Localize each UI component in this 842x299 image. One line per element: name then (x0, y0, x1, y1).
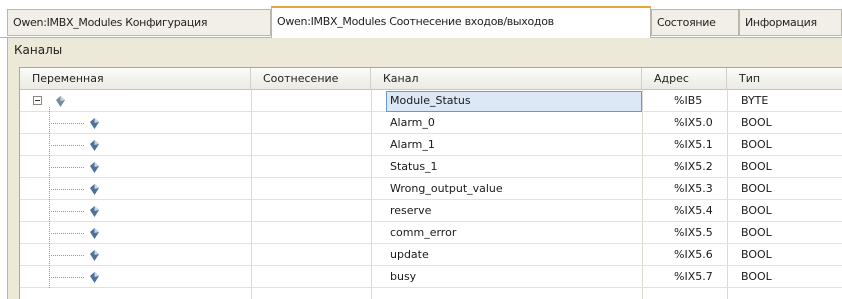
variable-icon (90, 228, 99, 239)
row-channel: reserve (390, 204, 432, 217)
row-address: %IX5.4 (674, 204, 713, 217)
variable-icon (90, 140, 99, 151)
table-row[interactable]: Alarm_0 %IX5.0 BOOL (20, 112, 842, 134)
row-address: %IX5.7 (674, 270, 713, 283)
table-row[interactable]: comm_error %IX5.5 BOOL (20, 222, 842, 244)
variable-icon (90, 250, 99, 261)
row-type: BOOL (741, 116, 772, 129)
module-variable-icon (56, 96, 65, 107)
column-header-variable[interactable]: Переменная (20, 68, 251, 90)
tab-strip: Owen:IMBX_Modules Конфигурация Owen:IMBX… (0, 0, 842, 38)
row-type: BOOL (741, 138, 772, 151)
row-channel: update (390, 248, 429, 261)
column-header-address[interactable]: Адрес (642, 68, 727, 90)
channels-panel: Каналы Переменная Соотнесение Канал Адре… (7, 38, 842, 299)
row-address: %IX5.3 (674, 182, 713, 195)
row-channel: Status_1 (390, 160, 438, 173)
row-address: %IX5.0 (674, 116, 713, 129)
table-row[interactable]: Alarm_1 %IX5.1 BOOL (20, 134, 842, 156)
collapse-toggle-icon[interactable] (33, 96, 42, 105)
row-channel: comm_error (390, 226, 457, 239)
tree-connector (49, 167, 84, 168)
variable-icon (90, 184, 99, 195)
table-row[interactable]: update %IX5.6 BOOL (20, 244, 842, 266)
column-header-mapping[interactable]: Соотнесение (251, 68, 371, 90)
table-row[interactable]: reserve %IX5.4 BOOL (20, 200, 842, 222)
tree-connector (49, 233, 84, 234)
row-address: %IB5 (674, 94, 703, 107)
tree-connector (49, 211, 84, 212)
table-row[interactable]: Status_1 %IX5.2 BOOL (20, 156, 842, 178)
row-type: BOOL (741, 270, 772, 283)
variable-icon (90, 118, 99, 129)
row-type: BOOL (741, 182, 772, 195)
table-header: Переменная Соотнесение Канал Адрес Тип (20, 68, 842, 90)
row-address: %IX5.6 (674, 248, 713, 261)
tree-connector (49, 145, 84, 146)
row-channel: Module_Status (390, 94, 471, 107)
row-channel: Alarm_1 (390, 138, 435, 151)
row-channel: Wrong_output_value (390, 182, 503, 195)
tab-io-mapping[interactable]: Owen:IMBX_Modules Соотнесение входов/вых… (271, 6, 651, 38)
table-row[interactable]: busy %IX5.7 BOOL (20, 266, 842, 288)
table-row[interactable]: Wrong_output_value %IX5.3 BOOL (20, 178, 842, 200)
row-type: BOOL (741, 226, 772, 239)
variable-icon (90, 206, 99, 217)
tab-configuration[interactable]: Owen:IMBX_Modules Конфигурация (7, 9, 271, 36)
row-type: BOOL (741, 160, 772, 173)
tree-trunk-line (49, 107, 50, 288)
variable-icon (90, 272, 99, 283)
row-address: %IX5.5 (674, 226, 713, 239)
tree-connector (49, 123, 84, 124)
column-header-channel[interactable]: Канал (371, 68, 642, 90)
io-mapping-table: Переменная Соотнесение Канал Адрес Тип M… (19, 67, 842, 299)
row-type: BOOL (741, 204, 772, 217)
tab-information[interactable]: Информация (739, 9, 842, 36)
row-address: %IX5.1 (674, 138, 713, 151)
table-row[interactable]: Module_Status %IB5 BYTE (20, 90, 842, 112)
row-type: BOOL (741, 248, 772, 261)
tree-connector (49, 189, 84, 190)
panel-title: Каналы (14, 43, 63, 57)
row-channel: Alarm_0 (390, 116, 435, 129)
variable-icon (90, 162, 99, 173)
column-header-type[interactable]: Тип (727, 68, 842, 90)
row-channel: busy (390, 270, 417, 283)
row-address: %IX5.2 (674, 160, 713, 173)
row-type: BYTE (741, 94, 769, 107)
tree-connector (49, 255, 84, 256)
tree-connector (49, 277, 84, 278)
tab-status[interactable]: Состояние (651, 9, 739, 36)
